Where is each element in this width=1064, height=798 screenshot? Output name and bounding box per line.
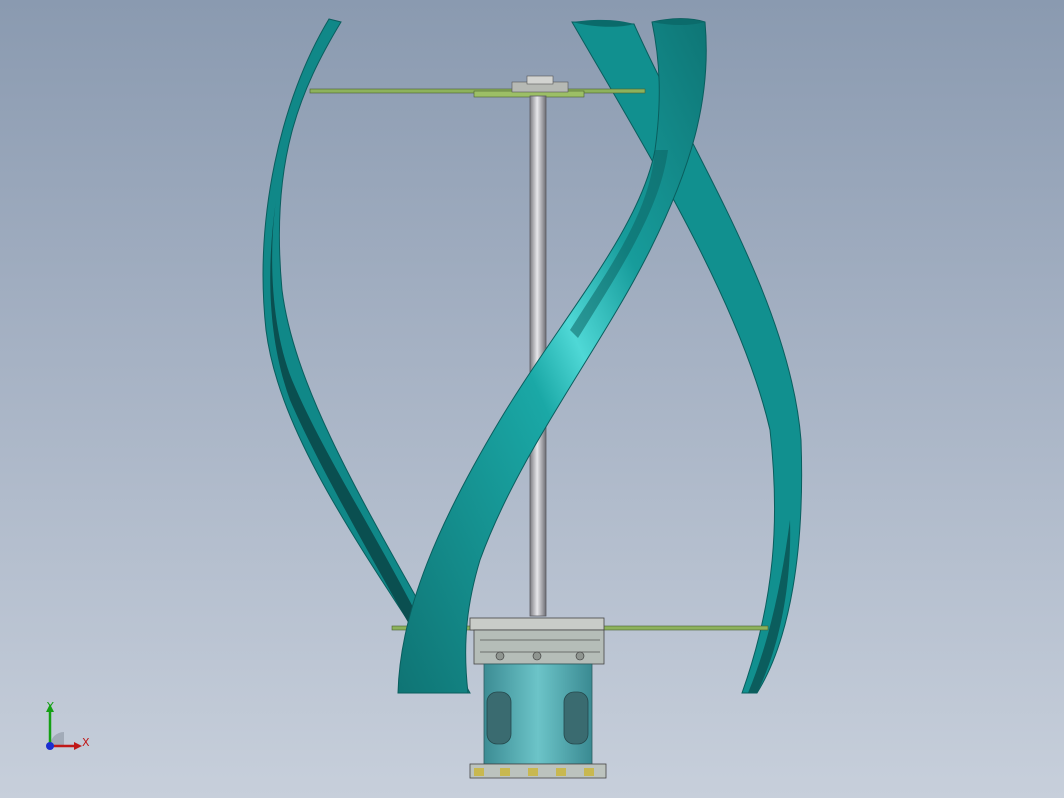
z-axis xyxy=(46,742,54,750)
front-blade[interactable] xyxy=(397,18,707,694)
x-axis-label: X xyxy=(82,736,90,749)
generator-assembly[interactable] xyxy=(469,617,607,779)
y-axis-label: Y xyxy=(47,700,54,713)
cad-viewport[interactable]: Y X xyxy=(0,0,1064,798)
wind-turbine-model[interactable] xyxy=(0,0,1064,798)
upper-strut[interactable] xyxy=(309,75,646,98)
x-axis-arrow xyxy=(74,742,82,750)
